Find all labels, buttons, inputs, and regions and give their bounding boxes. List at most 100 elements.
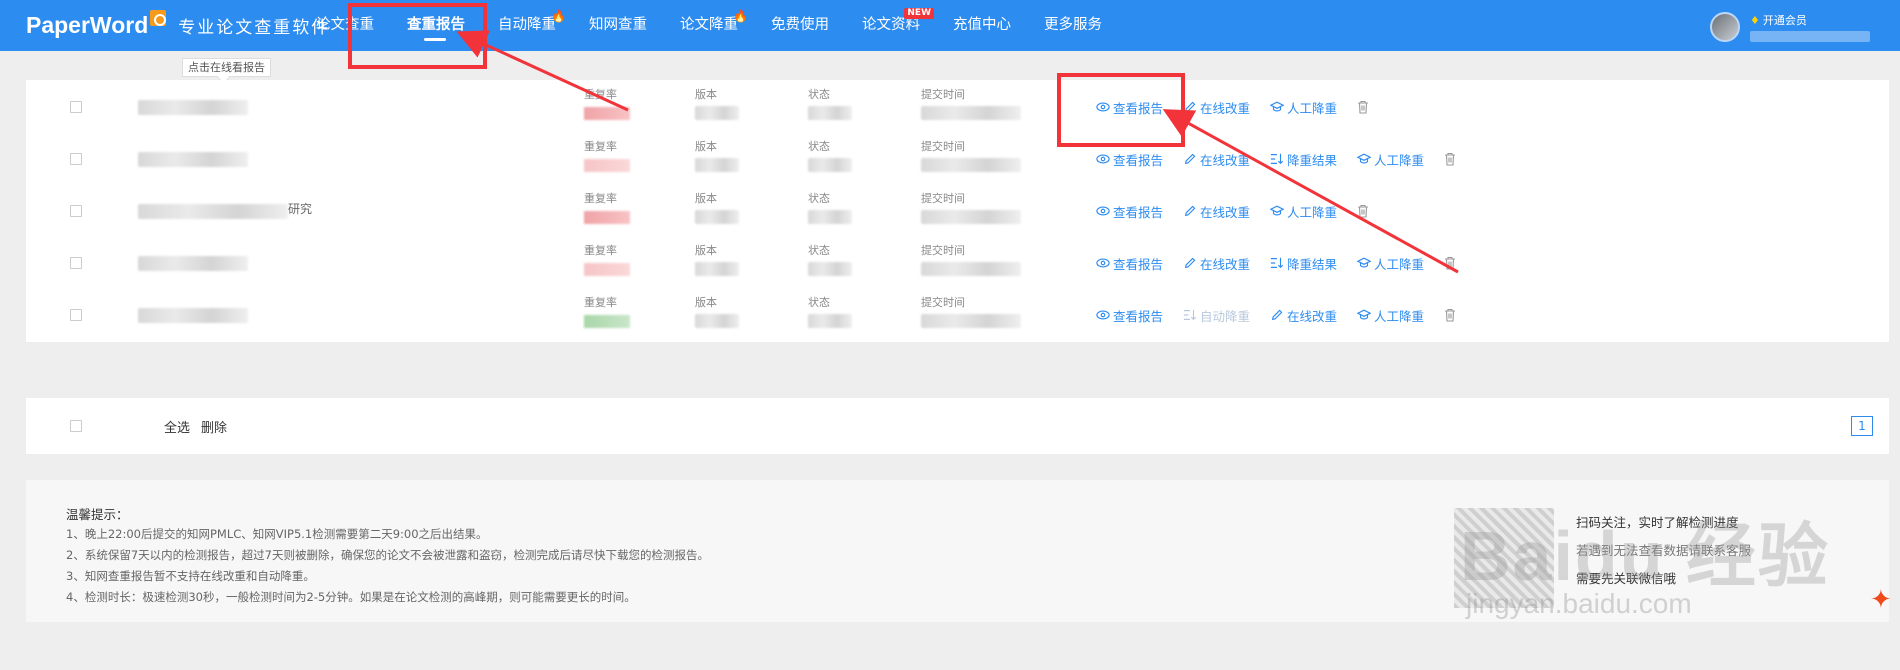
nav-item-7[interactable]: 充值中心 (953, 0, 1011, 51)
pencil-icon (1184, 257, 1196, 269)
graduation-cap-icon (1270, 101, 1285, 112)
select-all-checkbox[interactable] (70, 420, 82, 432)
nav-item-6[interactable]: 论文资料 NEW (862, 0, 934, 51)
action-edit-button[interactable]: 在线改重 (1183, 254, 1250, 273)
graduation-cap-icon (1357, 257, 1372, 268)
corner-decoration-icon: ✦ (1870, 585, 1892, 615)
version-redacted (695, 314, 739, 328)
action-edit-button[interactable]: 在线改重 (1183, 202, 1250, 221)
action-label: 查看报告 (1113, 256, 1164, 272)
nav-item-5[interactable]: 免费使用 (771, 0, 829, 51)
flame-icon: 🔥 (733, 9, 748, 23)
row-checkbox[interactable] (70, 309, 82, 321)
action-manual-button[interactable]: 人工降重 (1270, 202, 1337, 221)
time-redacted (921, 210, 1021, 224)
tip-line: 3、知网查重报告暂不支持在线改重和自动降重。 (66, 569, 315, 583)
field-time: 提交时间 (921, 140, 965, 153)
paper-title-redacted[interactable] (138, 100, 248, 115)
pagination-page[interactable]: 1 (1851, 416, 1873, 436)
action-view-button[interactable]: 查看报告 (1096, 306, 1163, 325)
action-label: 降重结果 (1287, 256, 1338, 272)
field-label-time: 提交时间 (921, 244, 965, 257)
action-manual-button[interactable]: 人工降重 (1357, 306, 1424, 325)
field-label-status: 状态 (808, 296, 830, 309)
field-rate: 重复率 (584, 140, 617, 153)
delete-row-button[interactable] (1444, 256, 1459, 270)
field-label-time: 提交时间 (921, 192, 965, 205)
rate-value-redacted (584, 315, 630, 328)
delete-row-button[interactable] (1357, 204, 1372, 218)
time-redacted (921, 314, 1021, 328)
graduation-cap-icon (1357, 153, 1372, 164)
action-label: 在线改重 (1200, 204, 1251, 220)
row-checkbox[interactable] (70, 101, 82, 113)
action-manual-button[interactable]: 人工降重 (1357, 254, 1424, 273)
status-redacted (808, 314, 852, 328)
reduce-list-icon (1270, 153, 1284, 165)
watermark-logo: Baidu 经验 (1460, 517, 1830, 595)
vip-link[interactable]: ♦ 开通会员 (1750, 13, 1870, 28)
rate-value-redacted (584, 159, 630, 172)
field-status: 状态 (808, 192, 830, 205)
paper-title-redacted[interactable] (138, 308, 248, 323)
nav-item-8[interactable]: 更多服务 (1044, 0, 1102, 51)
avatar[interactable] (1710, 12, 1740, 42)
action-manual-button[interactable]: 人工降重 (1357, 150, 1424, 169)
delete-row-button[interactable] (1444, 152, 1459, 166)
action-auto-button[interactable]: 自动降重 (1183, 306, 1250, 325)
eye-icon (1096, 258, 1110, 268)
action-label: 人工降重 (1374, 256, 1425, 272)
action-result-button[interactable]: 降重结果 (1270, 254, 1337, 273)
user-area[interactable]: ♦ 开通会员 (1710, 10, 1870, 44)
status-redacted (808, 262, 852, 276)
field-label-version: 版本 (695, 244, 717, 257)
field-version: 版本 (695, 244, 717, 257)
field-status: 状态 (808, 244, 830, 257)
eye-icon (1096, 206, 1110, 216)
report-row: 研究 重复率 版本 状态 提交时间 查看报告 在线改重 人工降重 (26, 184, 1889, 238)
nav-item-label: 充值中心 (953, 17, 1011, 33)
action-view-button[interactable]: 查看报告 (1096, 254, 1163, 273)
brand-logo[interactable]: PaperWord 专业论文查重软件 (26, 10, 330, 40)
row-checkbox[interactable] (70, 153, 82, 165)
field-label-time: 提交时间 (921, 140, 965, 153)
row-checkbox[interactable] (70, 257, 82, 269)
status-redacted (808, 210, 852, 224)
username-redacted (1750, 30, 1870, 42)
nav-item-4[interactable]: 论文降重 🔥 (680, 0, 748, 51)
eye-icon (1096, 310, 1110, 320)
delete-button[interactable]: 删除 (201, 417, 227, 436)
field-rate: 重复率 (584, 192, 617, 205)
top-header: PaperWord 专业论文查重软件 论文查重 查重报告 自动降重 🔥 知网查重 论文降重… (0, 0, 1900, 51)
nav-item-3[interactable]: 知网查重 (589, 0, 647, 51)
action-view-button[interactable]: 查看报告 (1096, 202, 1163, 221)
nav-item-2[interactable]: 自动降重 🔥 (498, 0, 566, 51)
delete-row-button[interactable] (1444, 308, 1459, 322)
paper-title-redacted[interactable] (138, 152, 248, 167)
action-edit-button[interactable]: 在线改重 (1183, 150, 1250, 169)
field-rate: 重复率 (584, 296, 617, 309)
field-status: 状态 (808, 140, 830, 153)
delete-row-button[interactable] (1357, 100, 1372, 114)
row-actions: 查看报告 在线改重 人工降重 (1096, 184, 1392, 238)
action-manual-button[interactable]: 人工降重 (1270, 98, 1337, 117)
action-label: 在线改重 (1200, 152, 1251, 168)
rate-value-redacted (584, 263, 630, 276)
action-view-button[interactable]: 查看报告 (1096, 150, 1163, 169)
action-edit-button[interactable]: 在线改重 (1183, 98, 1250, 117)
paper-title-redacted[interactable] (138, 256, 248, 271)
action-label: 在线改重 (1287, 308, 1338, 324)
tips-title: 温馨提示： (66, 507, 129, 522)
report-row: 重复率 版本 状态 提交时间 查看报告 自动降重 在线改重 人工降重 (26, 288, 1889, 342)
tip-line: 4、检测时长：极速检测30秒，一般检测时间为2-5分钟。如果是在论文检测的高峰期… (66, 590, 636, 604)
paper-title-redacted[interactable] (138, 204, 288, 219)
logo-text: PaperWord (26, 11, 149, 38)
field-label-rate: 重复率 (584, 296, 617, 309)
field-label-rate: 重复率 (584, 88, 617, 101)
row-actions: 查看报告 在线改重 降重结果 人工降重 (1096, 236, 1479, 290)
field-version: 版本 (695, 192, 717, 205)
select-all-button[interactable]: 全选 (164, 417, 190, 436)
action-result-button[interactable]: 降重结果 (1270, 150, 1337, 169)
action-edit-button[interactable]: 在线改重 (1270, 306, 1337, 325)
row-checkbox[interactable] (70, 205, 82, 217)
